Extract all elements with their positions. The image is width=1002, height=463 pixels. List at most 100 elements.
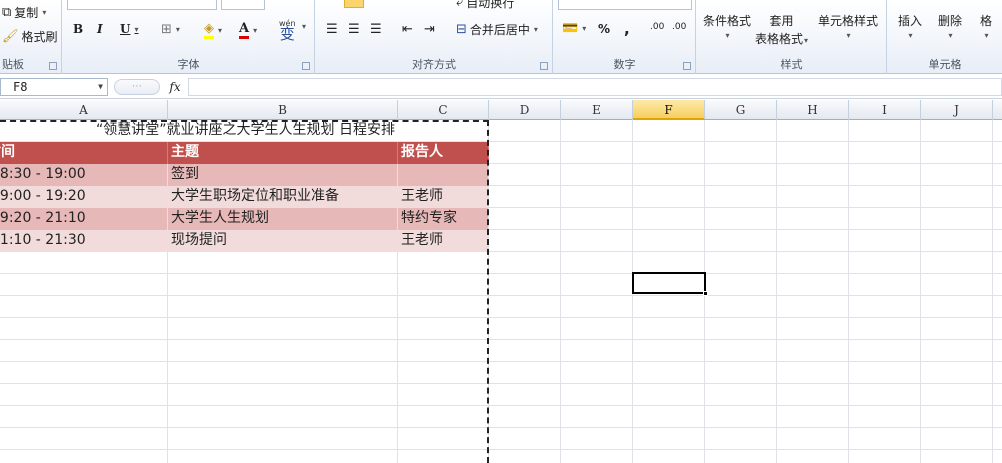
fill-handle[interactable] <box>703 291 708 296</box>
copy-icon: ⧉ <box>2 5 12 20</box>
formula-bar-handle[interactable]: ⋯ <box>114 79 160 95</box>
percent-button[interactable]: % <box>598 22 610 36</box>
time-cell[interactable]: 18:30 - 19:00 <box>0 164 168 186</box>
font-group: B I U ▾ ⊞ ▾ ◈ ▾ A ▾ wén 变 ▾ 字体 <box>63 0 315 74</box>
border-button[interactable]: ⊞ ▾ <box>161 22 180 37</box>
speaker-cell[interactable]: 特约专家 <box>398 208 489 230</box>
name-box-dropdown-icon[interactable]: ▼ <box>98 79 103 95</box>
delete-button[interactable]: 删除 ▾ <box>938 12 962 40</box>
selected-cell-f8[interactable] <box>632 272 708 296</box>
header-topic-cell[interactable]: 主题 <box>168 142 398 164</box>
increase-indent-icon: ⇥ <box>424 22 435 37</box>
clipboard-group: ⧉ 复制 ▾ 🖌 格式刷 贴板 <box>0 0 62 74</box>
increase-decimal-button[interactable]: .00 <box>650 22 664 32</box>
align-right-button[interactable]: ☰ <box>370 22 382 37</box>
number-group: 💳 ▾ % , .00 .00 数字 <box>554 0 696 74</box>
comma-button[interactable]: , <box>624 20 630 38</box>
clipboard-launcher-icon[interactable] <box>49 62 57 70</box>
time-cell[interactable]: 19:20 - 21:10 <box>0 208 168 230</box>
sheet-title-cell[interactable]: “领慧讲堂”就业讲座之大学生人生规划 日程安排 <box>0 120 489 142</box>
increase-indent-button[interactable]: ⇥ <box>424 22 435 37</box>
column-header-d[interactable]: D <box>489 100 561 120</box>
column-header-a[interactable]: A <box>0 100 168 120</box>
decrease-decimal-icon: .00 <box>672 22 687 32</box>
font-launcher-icon[interactable] <box>302 62 310 70</box>
format-as-table-button[interactable]: 套用 表格格式▾ <box>755 12 808 47</box>
speaker-cell[interactable]: 王老师 <box>398 186 489 208</box>
styles-group-label: 样式 <box>780 58 803 71</box>
column-header-e[interactable]: E <box>561 100 633 120</box>
header-speaker-cell[interactable]: 报告人 <box>398 142 489 164</box>
border-icon: ⊞ <box>161 22 172 37</box>
align-top-button[interactable] <box>344 0 364 8</box>
column-header-i[interactable]: I <box>849 100 921 120</box>
topic-cell[interactable]: 签到 <box>168 164 398 186</box>
speaker-cell[interactable] <box>398 164 489 186</box>
formula-input[interactable] <box>188 78 1002 96</box>
align-center-button[interactable]: ☰ <box>348 22 360 37</box>
column-headers: A B C D E F G H I J <box>0 100 1002 120</box>
conditional-format-button[interactable]: 条件格式 ▾ <box>703 12 751 40</box>
table-row: “领慧讲堂”就业讲座之大学生人生规划 日程安排 <box>0 120 1002 142</box>
align-right-icon: ☰ <box>370 22 382 37</box>
font-name-combo[interactable] <box>67 0 217 10</box>
column-header-j[interactable]: J <box>921 100 993 120</box>
alignment-launcher-icon[interactable] <box>540 62 548 70</box>
decrease-indent-button[interactable]: ⇤ <box>402 22 413 37</box>
phonetic-button[interactable]: wén 变 <box>279 18 296 42</box>
currency-button[interactable]: 💳 ▾ <box>562 21 586 36</box>
number-group-label: 数字 <box>613 58 636 71</box>
merge-icon: ⊟ <box>456 22 467 37</box>
font-group-label: 字体 <box>177 58 200 71</box>
align-left-button[interactable]: ☰ <box>326 22 338 37</box>
time-cell[interactable]: 19:00 - 19:20 <box>0 186 168 208</box>
name-box[interactable]: F8 ▼ <box>0 78 108 96</box>
insert-function-button[interactable]: fx <box>164 78 186 96</box>
wrap-text-icon: ⤶ <box>456 0 464 10</box>
cells-group-label: 单元格 <box>928 58 962 71</box>
currency-icon: 💳 <box>562 21 579 36</box>
merge-center-button[interactable]: ⊟ 合并后居中 ▾ <box>456 21 538 38</box>
bold-button[interactable]: B <box>73 22 83 36</box>
topic-cell[interactable]: 现场提问 <box>168 230 398 252</box>
fill-color-button[interactable]: ◈ ▾ <box>204 21 222 39</box>
underline-button[interactable]: U ▾ <box>120 22 138 36</box>
align-left-icon: ☰ <box>326 22 338 37</box>
column-header-f[interactable]: F <box>633 100 705 120</box>
number-launcher-icon[interactable] <box>683 62 691 70</box>
speaker-cell[interactable]: 王老师 <box>398 230 489 252</box>
copy-button[interactable]: ⧉ 复制 ▾ <box>2 4 46 21</box>
wrap-text-button[interactable]: ⤶ 自动换行 <box>456 0 514 11</box>
topic-cell[interactable]: 大学生人生规划 <box>168 208 398 230</box>
column-header-g[interactable]: G <box>705 100 777 120</box>
time-cell[interactable]: 21:10 - 21:30 <box>0 230 168 252</box>
column-header-k[interactable] <box>993 100 1002 120</box>
table-header-row: 时间 主题 报告人 <box>0 142 1002 164</box>
number-format-combo[interactable] <box>558 0 692 10</box>
table-row: 21:10 - 21:30 现场提问 王老师 <box>0 230 1002 252</box>
decrease-indent-icon: ⇤ <box>402 22 413 37</box>
formula-bar: F8 ▼ ⋯ fx <box>0 75 1002 99</box>
table-row: 19:00 - 19:20 大学生职场定位和职业准备 王老师 <box>0 186 1002 208</box>
font-size-combo[interactable] <box>221 0 265 10</box>
format-painter-button[interactable]: 🖌 格式刷 <box>2 28 58 45</box>
decrease-decimal-button[interactable]: .00 <box>672 22 686 32</box>
font-color-icon: A <box>239 21 250 39</box>
column-header-c[interactable]: C <box>398 100 489 120</box>
cells-group: 插入 ▾ 删除 ▾ 格 ▾ 单元格 <box>888 0 1002 74</box>
fill-bucket-icon: ◈ <box>204 21 214 39</box>
font-color-button[interactable]: A ▾ <box>239 21 257 39</box>
worksheet-grid: A B C D E F G H I J “领慧讲堂”就业讲座之大学生人生规划 日… <box>0 100 1002 463</box>
cell-styles-button[interactable]: 单元格样式 ▾ <box>818 12 878 40</box>
ribbon: ⧉ 复制 ▾ 🖌 格式刷 贴板 B I U ▾ ⊞ ▾ ◈ ▾ A ▾ wén 变 ▾ <box>0 0 1002 74</box>
format-cells-button[interactable]: 格 ▾ <box>980 12 992 40</box>
topic-cell[interactable]: 大学生职场定位和职业准备 <box>168 186 398 208</box>
insert-button[interactable]: 插入 ▾ <box>898 12 922 40</box>
paintbrush-icon: 🖌 <box>2 29 19 44</box>
column-header-h[interactable]: H <box>777 100 849 120</box>
align-middle-button[interactable] <box>370 0 388 6</box>
column-header-b[interactable]: B <box>168 100 398 120</box>
header-time-cell[interactable]: 时间 <box>0 142 168 164</box>
alignment-group: ☰ ☰ ☰ ⇤ ⇥ ⤶ 自动换行 ⊟ 合并后居中 ▾ 对齐方式 <box>316 0 553 74</box>
italic-button[interactable]: I <box>97 22 103 36</box>
